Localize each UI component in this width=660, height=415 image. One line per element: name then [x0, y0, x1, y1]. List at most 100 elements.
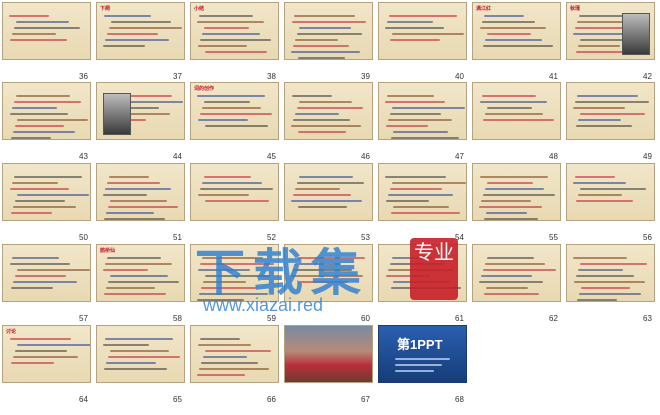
slide-thumbnail[interactable]	[284, 82, 373, 140]
text-line	[297, 182, 364, 184]
text-line	[197, 374, 245, 376]
text-line	[10, 263, 70, 265]
slide-number: 40	[455, 72, 464, 81]
text-line	[483, 194, 555, 196]
text-line	[391, 212, 460, 214]
text-line	[392, 33, 464, 35]
watermark-url: www.xiazai.red	[203, 295, 324, 315]
slide-thumbnail[interactable]	[566, 163, 655, 221]
text-line	[393, 131, 448, 133]
text-line	[390, 39, 440, 41]
text-line	[11, 287, 53, 289]
slide-thumbnail[interactable]	[190, 163, 279, 221]
text-line	[200, 188, 273, 190]
text-line	[387, 21, 433, 23]
text-line	[293, 119, 350, 121]
slide-thumbnail[interactable]	[566, 82, 655, 140]
slide-thumbnail[interactable]	[378, 2, 467, 60]
text-line	[392, 107, 465, 109]
text-line	[483, 45, 553, 47]
slide-thumbnail[interactable]	[472, 82, 561, 140]
slide-thumbnail[interactable]	[96, 82, 185, 140]
text-line	[299, 176, 353, 178]
text-line	[291, 51, 360, 53]
slide-thumbnail[interactable]: 讨论	[2, 325, 91, 383]
slide-thumbnail[interactable]: 词的创作	[190, 82, 279, 140]
text-line	[14, 27, 80, 29]
slide-thumbnail[interactable]: 小结	[190, 2, 279, 60]
slide-thumbnail[interactable]	[472, 244, 561, 302]
slide-thumbnail[interactable]: 满江红	[472, 2, 561, 60]
text-line	[15, 350, 67, 352]
slide-number: 47	[455, 152, 464, 161]
slide-thumbnail[interactable]	[284, 163, 373, 221]
text-line	[487, 182, 533, 184]
text-line	[11, 362, 54, 364]
text-line	[292, 21, 366, 23]
slide-number: 43	[79, 152, 88, 161]
text-line	[576, 200, 633, 202]
text-line	[202, 107, 261, 109]
slide-thumbnail[interactable]: 鹊桥仙	[96, 244, 185, 302]
text-line	[15, 200, 65, 202]
text-line	[579, 293, 641, 295]
text-line	[10, 39, 67, 41]
slide-thumbnail[interactable]: 秋瑾	[566, 2, 655, 60]
text-line	[293, 45, 349, 47]
slide-thumbnail[interactable]	[566, 244, 655, 302]
text-line	[578, 119, 621, 121]
text-line	[104, 293, 166, 295]
slide-number: 50	[79, 233, 88, 242]
text-line	[205, 125, 268, 127]
slide-thumbnail[interactable]: 下阕	[96, 2, 185, 60]
text-line	[487, 107, 532, 109]
slide-number: 62	[549, 314, 558, 323]
slide-title: 下阕	[100, 6, 111, 12]
text-line	[577, 299, 617, 301]
slide-thumbnail[interactable]	[472, 163, 561, 221]
text-line	[298, 206, 347, 208]
text-line	[573, 182, 626, 184]
slide-number: 48	[549, 152, 558, 161]
slide-thumbnail[interactable]	[96, 163, 185, 221]
text-line	[298, 131, 346, 133]
slide-thumbnail[interactable]	[378, 163, 467, 221]
watermark-seal: 专业	[410, 238, 458, 300]
text-line	[479, 281, 543, 283]
text-line	[386, 200, 429, 202]
text-line	[484, 15, 524, 17]
slide-number: 68	[455, 395, 464, 404]
slide-thumbnail[interactable]	[2, 2, 91, 60]
text-line	[480, 101, 547, 103]
text-line	[576, 275, 634, 277]
slide-thumbnail[interactable]	[2, 244, 91, 302]
text-line	[205, 51, 267, 53]
slide-thumbnail[interactable]: 第1PPT	[378, 325, 467, 383]
slide-thumbnail[interactable]	[190, 325, 279, 383]
text-line	[574, 281, 645, 283]
text-line	[487, 33, 531, 35]
slide-number: 56	[643, 233, 652, 242]
text-line	[483, 119, 554, 121]
text-line	[111, 21, 171, 23]
text-line	[205, 350, 271, 352]
slide-title: 小结	[194, 6, 205, 12]
slide-thumbnail[interactable]	[284, 325, 373, 383]
slide-number: 44	[173, 152, 182, 161]
text-line	[484, 218, 538, 220]
text-line	[108, 206, 178, 208]
slide-number: 37	[173, 72, 182, 81]
text-line	[581, 287, 630, 289]
slide-thumbnail[interactable]	[284, 2, 373, 60]
slide-thumbnail[interactable]	[96, 325, 185, 383]
slide-thumbnail[interactable]	[2, 82, 91, 140]
text-line	[16, 21, 69, 23]
slide-thumbnail[interactable]	[378, 82, 467, 140]
slide-number: 66	[267, 395, 276, 404]
text-line	[16, 95, 70, 97]
text-line	[109, 176, 149, 178]
text-line	[485, 113, 543, 115]
slide-thumbnail[interactable]	[2, 163, 91, 221]
text-line	[110, 275, 168, 277]
text-line	[13, 281, 77, 283]
